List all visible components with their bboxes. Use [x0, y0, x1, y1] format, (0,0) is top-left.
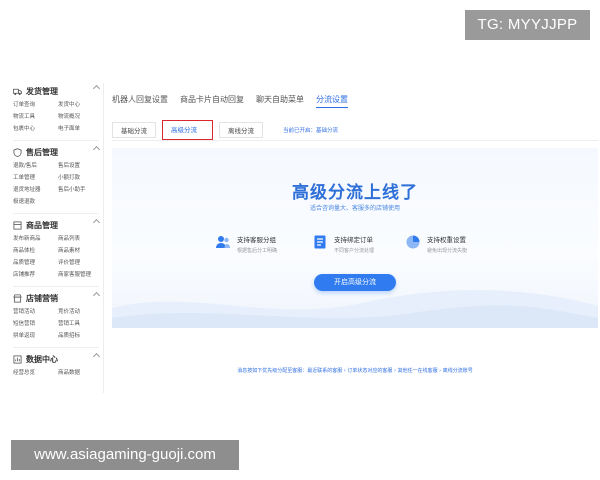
sidebar-item[interactable]: 退货地址器: [13, 184, 58, 196]
sidebar-item[interactable]: 工单管理: [13, 172, 58, 184]
sidebar-item[interactable]: 电子面单: [58, 123, 103, 135]
divider: [13, 347, 99, 348]
subtab-advanced-routing[interactable]: 高级分流: [162, 120, 213, 140]
tab-chat-menu[interactable]: 聊天自助菜单: [256, 92, 304, 108]
sidebar-item[interactable]: 商品数据: [58, 367, 103, 379]
advanced-routing-banner: 高级分流上线了 适合咨询量大、客服多的店铺使用 支持客服分组 根据售后分工明确 …: [112, 148, 598, 328]
sidebar-item[interactable]: 商品列表: [58, 233, 103, 245]
feature-desc: 不同客户分流处理: [334, 248, 375, 254]
sidebar-group-title: 商品管理: [26, 220, 58, 230]
sidebar-item[interactable]: 品质管理: [13, 257, 58, 269]
people-icon: [216, 236, 230, 248]
top-tab-bar: 机器人回复设置 商品卡片自动回复 聊天自助菜单 分流设置: [112, 92, 348, 108]
sidebar-group-title: 店铺营销: [26, 293, 58, 303]
subtab-offline-routing[interactable]: 离线分流: [219, 122, 263, 138]
sidebar-item[interactable]: 营销活动: [13, 306, 58, 318]
tab-routing-settings[interactable]: 分流设置: [316, 92, 348, 108]
sidebar-group-header[interactable]: 发货管理: [9, 83, 103, 99]
chevron-up-icon[interactable]: [92, 218, 101, 227]
feature-desc: 避免出现分流失衡: [427, 248, 468, 254]
chevron-up-icon[interactable]: [92, 291, 101, 300]
sidebar-group-header[interactable]: 售后管理: [9, 144, 103, 160]
routing-subtabs: 基础分流 高级分流 离线分流 当前已开启：基础分流: [112, 120, 339, 140]
sidebar-group-title: 发货管理: [26, 86, 58, 96]
sidebar-group-header[interactable]: 数据中心: [9, 351, 103, 367]
sidebar-group-shipping[interactable]: 发货管理 订单查询 发货中心 物流工具 物流概况 包裹中心 电子面单: [9, 83, 103, 138]
sidebar-item[interactable]: 退款/售后: [13, 160, 58, 172]
store-icon: [13, 293, 22, 303]
sidebar-item[interactable]: 发布新商品: [13, 233, 58, 245]
sidebar-group-title: 售后管理: [26, 147, 58, 157]
divider: [13, 286, 99, 287]
document-icon: [314, 235, 326, 249]
chevron-up-icon[interactable]: [92, 352, 101, 361]
sidebar-item[interactable]: 售后设置: [58, 160, 103, 172]
box-icon: [13, 220, 22, 230]
sidebar-item[interactable]: 极速退款: [13, 196, 58, 208]
sidebar-item[interactable]: 包裹中心: [13, 123, 58, 135]
routing-priority-note: 消息按如下优先级分配至客服：最近联系的客服 › 订单状态对应的客服 › 其他任一…: [237, 368, 473, 374]
chevron-up-icon[interactable]: [92, 145, 101, 154]
sidebar-item[interactable]: 商品体检: [13, 245, 58, 257]
sidebar-group-products[interactable]: 商品管理 发布新商品 商品列表 商品体检 商品素材 品质管理 评价管理 店铺推荐…: [9, 217, 103, 284]
sidebar-item[interactable]: 物流工具: [13, 111, 58, 123]
tab-robot-reply[interactable]: 机器人回复设置: [112, 92, 168, 108]
feature-desc: 根据售后分工明确: [237, 248, 278, 254]
sidebar-item[interactable]: 发货中心: [58, 99, 103, 111]
feature-title: 支持绑定订单: [334, 236, 373, 244]
feature-weight-setting: 支持权重设置 避免出现分流失衡: [405, 234, 467, 254]
sidebar-group-data[interactable]: 数据中心 经营总览 商品数据: [9, 351, 103, 382]
divider: [13, 213, 99, 214]
feature-title: 支持权重设置: [427, 236, 466, 244]
chevron-up-icon[interactable]: [92, 84, 101, 93]
sidebar-item[interactable]: 售后小助手: [58, 184, 103, 196]
sidebar-item[interactable]: 商品素材: [58, 245, 103, 257]
subtab-basic-routing[interactable]: 基础分流: [112, 122, 156, 138]
divider: [112, 140, 598, 141]
chart-icon: [13, 354, 22, 364]
shield-icon: [13, 147, 22, 157]
feature-bind-order: 支持绑定订单 不同客户分流处理: [312, 234, 374, 254]
enable-advanced-routing-button[interactable]: 开启高级分流: [314, 274, 396, 291]
sidebar-item[interactable]: 订单查询: [13, 99, 58, 111]
sidebar-item[interactable]: 营销工具: [58, 318, 103, 330]
sidebar-item[interactable]: 短信营销: [13, 318, 58, 330]
sidebar-group-header[interactable]: 店铺营销: [9, 290, 103, 306]
sidebar-item[interactable]: 评价管理: [58, 257, 103, 269]
sidebar-item[interactable]: 经营总览: [13, 367, 58, 379]
watermark-tg-badge: TG: MYYJJPP: [465, 10, 590, 40]
banner-title: 高级分流上线了: [292, 183, 418, 203]
sidebar-item[interactable]: 店铺推荐: [13, 269, 58, 281]
feature-title: 支持客服分组: [237, 236, 276, 244]
banner-subtitle: 适合咨询量大、客服多的店铺使用: [309, 205, 400, 212]
sidebar-item[interactable]: 品质招标: [58, 330, 103, 342]
sidebar-group-marketing[interactable]: 店铺营销 营销活动 竞价活动 短信营销 营销工具 拼单返现 品质招标: [9, 290, 103, 345]
sidebar-item[interactable]: 商家客服管理: [58, 269, 103, 281]
truck-icon: [13, 88, 22, 95]
sidebar-group-aftersale[interactable]: 售后管理 退款/售后 售后设置 工单管理 小额打款 退货地址器 售后小助手 极速…: [9, 144, 103, 211]
routing-status-text: 当前已开启：基础分流: [283, 128, 339, 134]
pie-chart-icon: [406, 235, 420, 249]
tab-product-card-reply[interactable]: 商品卡片自动回复: [180, 92, 244, 108]
sidebar-item[interactable]: 小额打款: [58, 172, 103, 184]
sidebar: 发货管理 订单查询 发货中心 物流工具 物流概况 包裹中心 电子面单 售后管理 …: [9, 83, 104, 393]
sidebar-item[interactable]: 物流概况: [58, 111, 103, 123]
divider: [13, 140, 99, 141]
sidebar-group-header[interactable]: 商品管理: [9, 217, 103, 233]
sidebar-group-title: 数据中心: [26, 354, 58, 364]
sidebar-item[interactable]: 竞价活动: [58, 306, 103, 318]
sidebar-item[interactable]: 拼单返现: [13, 330, 58, 342]
watermark-url-banner: www.asiagaming-guoji.com: [11, 440, 239, 470]
feature-customer-group: 支持客服分组 根据售后分工明确: [215, 234, 277, 254]
